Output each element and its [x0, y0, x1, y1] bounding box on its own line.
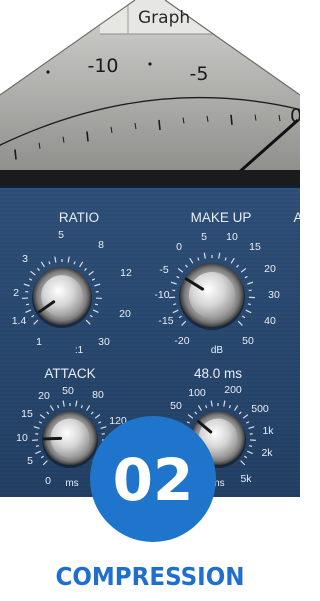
ratio-unit: :1 [75, 345, 84, 356]
makeup-title: MAKE UP [191, 210, 252, 225]
meter-scale-label: -5 [190, 63, 209, 85]
meter-dot [46, 70, 50, 74]
knob-scale-label: 15 [21, 408, 33, 420]
knob-tick [25, 303, 30, 306]
knob-scale-label: 30 [268, 289, 280, 301]
attack-unit: ms [65, 478, 78, 489]
knob-scale-label: 500 [251, 403, 269, 415]
knob-tick [94, 303, 99, 306]
meter-scale-label: -10 [87, 55, 118, 77]
knob-scale-label: 15 [249, 241, 261, 253]
knob-scale-label: 50 [170, 400, 182, 412]
knob-scale-label: 50 [62, 385, 74, 397]
knob-scale-label: 2 [13, 287, 19, 299]
knob-scale-label: 50 [242, 335, 254, 347]
ratio-title: RATIO [59, 210, 99, 225]
knob-scale-label: 5k [240, 473, 252, 485]
knob-tick [247, 303, 251, 306]
meter-tick [14, 149, 17, 160]
knob-scale-label: 12 [120, 267, 132, 279]
meter-tick [230, 114, 233, 125]
knob-scale-label: 20 [38, 390, 50, 402]
knob-scale-label: 2k [261, 447, 273, 459]
knob-scale-label: 0 [45, 475, 51, 487]
knob-scale-label: 80 [92, 389, 104, 401]
knob-scale-label: 0 [176, 241, 182, 253]
knob-scale-label: 40 [264, 315, 276, 327]
next-knob-title: A [293, 210, 300, 225]
section-caption: COMPRESSION [55, 562, 245, 591]
knob-scale-label: -15 [158, 315, 173, 327]
meter-tick [158, 119, 161, 130]
knob-tick [173, 303, 177, 306]
knob-scale-label: 5 [27, 455, 33, 467]
knob-scale-label: 200 [224, 384, 242, 396]
knob-scale-label: 30 [98, 336, 110, 348]
knob-tick [248, 445, 253, 447]
knob-scale-label: 10 [16, 432, 28, 444]
knob-tick [35, 445, 40, 447]
release-value: 48.0 ms [194, 366, 242, 381]
tab-graph[interactable]: Graph [138, 8, 190, 28]
knob-scale-label: 3 [22, 253, 28, 265]
plugin-art: -10 -50 RATIO11.42358122030:1MAKE UP-20-1… [0, 0, 303, 542]
attack-title: ATTACK [44, 366, 95, 381]
meter-dot [148, 62, 152, 66]
knob-scale-label: 20 [264, 263, 276, 275]
knob-scale-label: -10 [154, 289, 169, 301]
attack-knob-pointer [42, 436, 63, 441]
knob-scale-label: -5 [159, 264, 168, 276]
makeup-unit: dB [211, 345, 224, 356]
knob-scale-label: 10 [226, 231, 238, 243]
knob-scale-label: 100 [188, 387, 206, 399]
knob-scale-label: 1k [262, 425, 274, 437]
knob-scale-label: 5 [201, 231, 207, 243]
makeup-knob-cap [188, 271, 236, 319]
knob-scale-label: 5 [58, 229, 64, 241]
meter-tick [86, 131, 89, 142]
knob-scale-label: 8 [98, 239, 104, 251]
badge-number: 02 [113, 446, 194, 514]
knob-scale-label: 20 [119, 308, 131, 320]
knob-scale-label: 1 [36, 336, 42, 348]
ratio-knob-cap [41, 275, 83, 317]
knob-scale-label: -20 [174, 335, 189, 347]
knob-scale-label: 1.4 [12, 315, 27, 327]
